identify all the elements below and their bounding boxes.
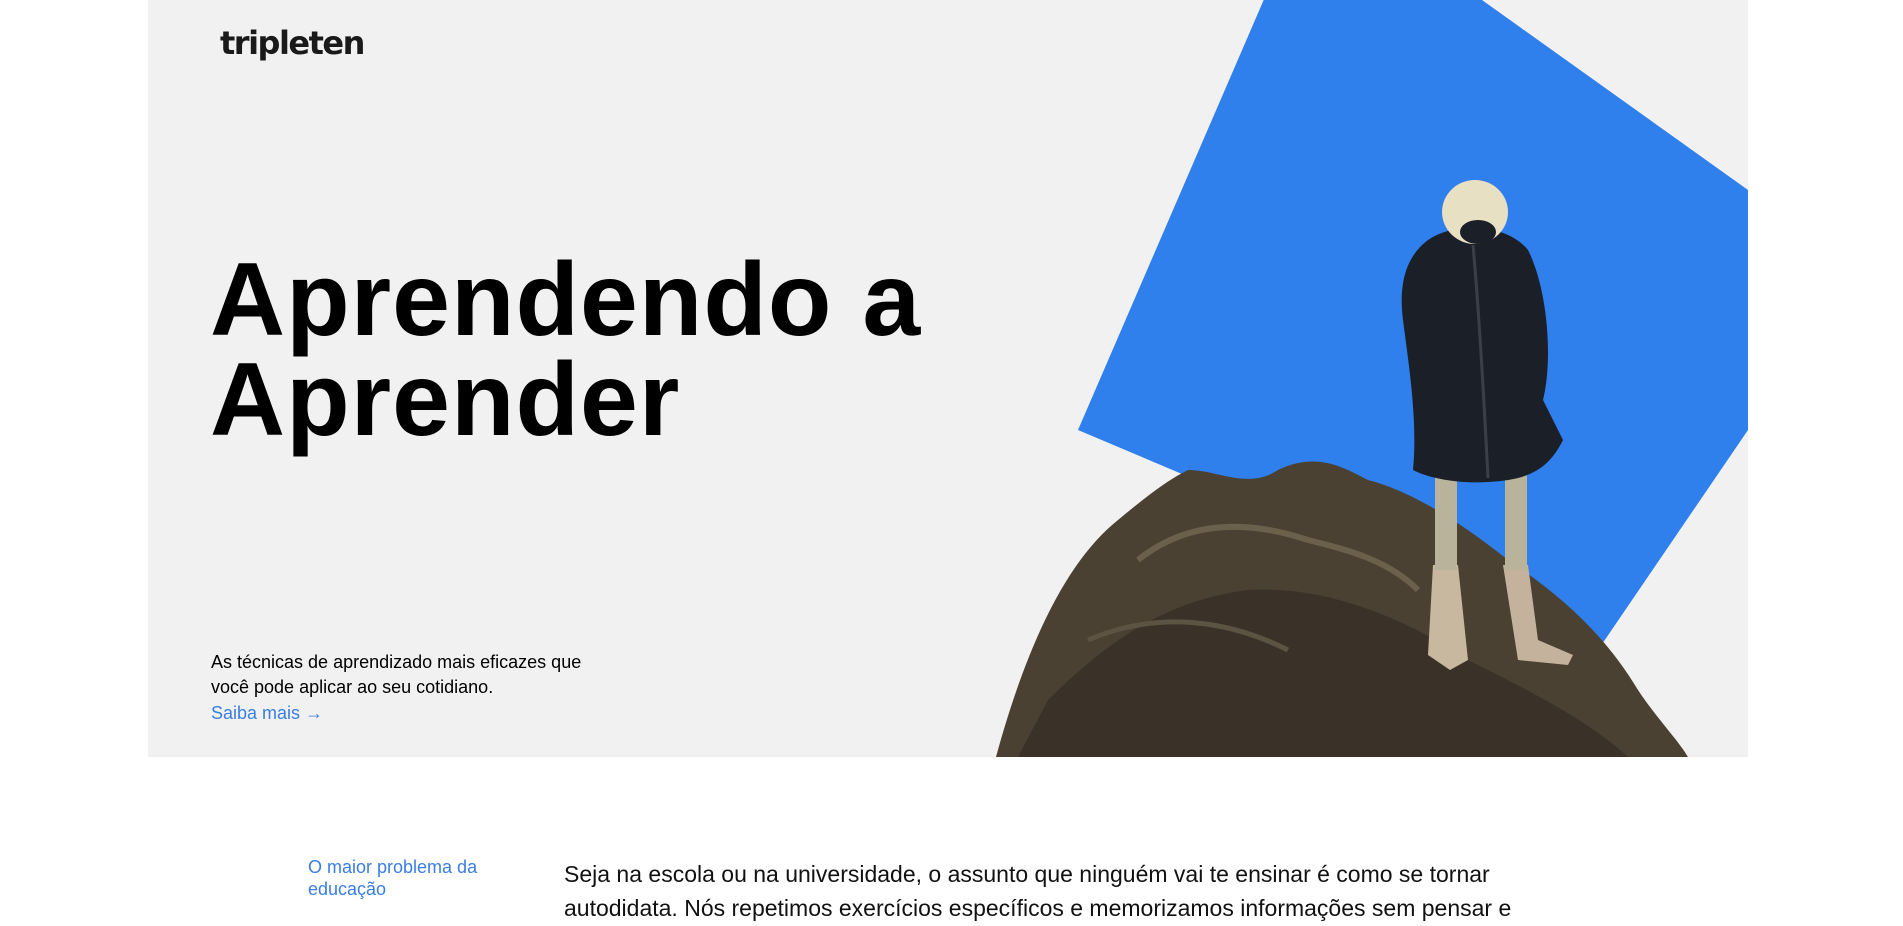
hero-illustration — [996, 0, 1748, 757]
section-body-text: Seja na escola ou na universidade, o ass… — [564, 861, 1512, 921]
hero-banner: tripleten Aprendendo a Aprender As técni… — [148, 0, 1748, 757]
section-side-label[interactable]: O maior problema da educação — [308, 856, 508, 900]
hero-title-line1: Aprendendo a — [210, 242, 922, 358]
intro-section: O maior problema da educação Seja na esc… — [0, 757, 1903, 926]
learn-more-link[interactable]: Saiba mais → — [211, 701, 323, 726]
hero-subtitle: As técnicas de aprendizado mais eficazes… — [211, 652, 582, 697]
hero-title: Aprendendo a Aprender — [210, 248, 1010, 452]
tripleten-logo[interactable]: tripleten — [220, 24, 365, 62]
hero-title-line2: Aprender — [210, 342, 681, 458]
